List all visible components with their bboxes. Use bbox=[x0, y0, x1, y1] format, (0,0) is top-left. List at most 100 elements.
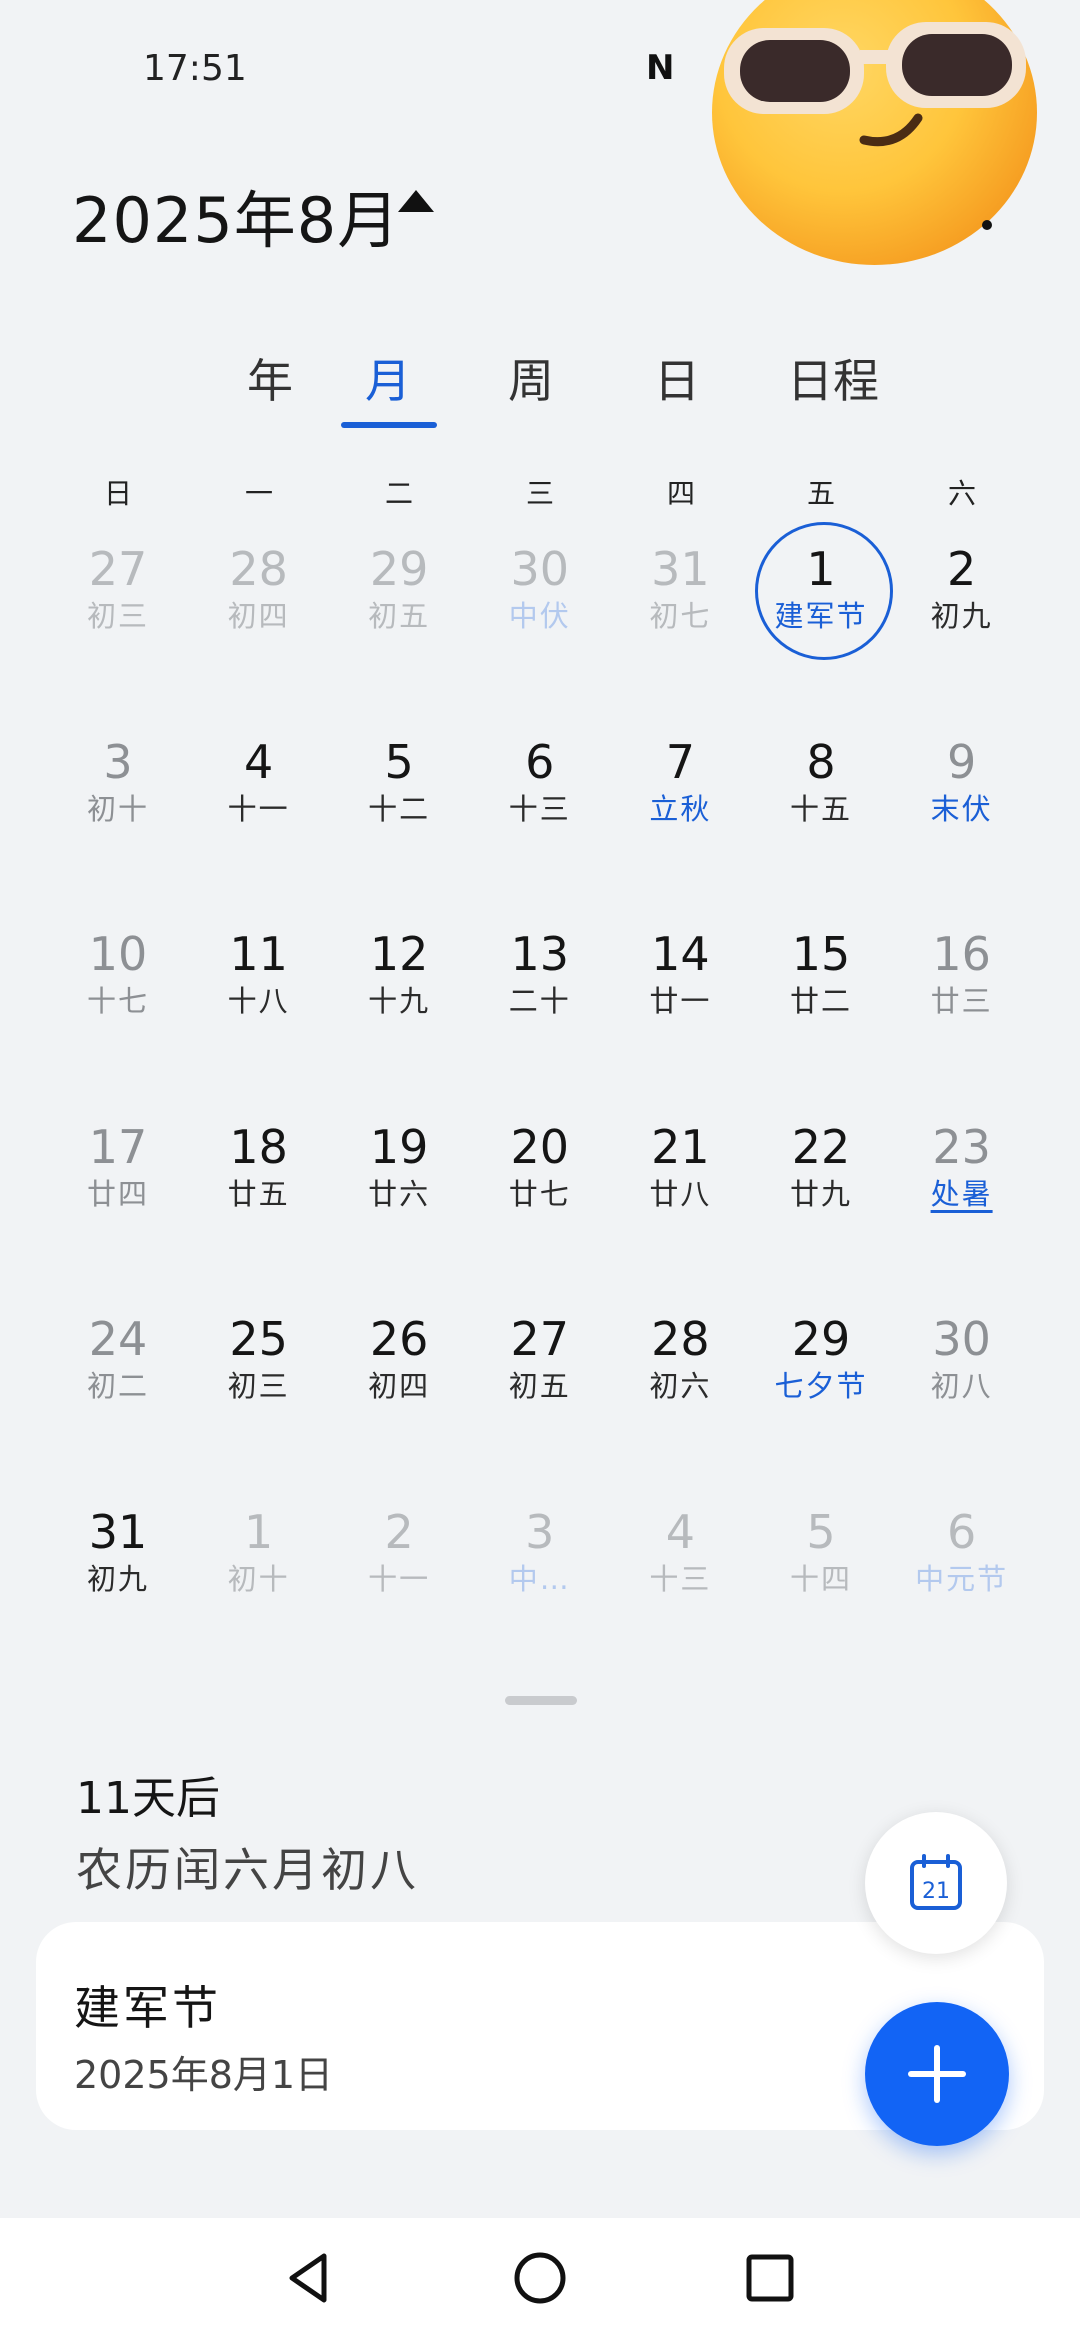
day-number: 28 bbox=[229, 542, 288, 596]
calendar-day-cell[interactable]: 11 十八 bbox=[189, 925, 329, 1075]
caret-up-icon[interactable] bbox=[398, 190, 434, 212]
calendar-day-cell[interactable]: 21 廿八 bbox=[610, 1118, 750, 1268]
month-title[interactable]: 2025年8月 bbox=[72, 170, 400, 260]
day-number: 3 bbox=[103, 734, 133, 789]
weekday-label: 四 bbox=[666, 477, 695, 510]
active-tab-indicator bbox=[341, 422, 437, 428]
calendar-day-cell[interactable]: 16 廿三 bbox=[892, 925, 1032, 1075]
more-menu-icon[interactable] bbox=[982, 220, 992, 230]
day-number: 31 bbox=[651, 542, 710, 596]
calendar-day-cell[interactable]: 8 十五 bbox=[751, 733, 891, 883]
lunar-label: 初三 bbox=[227, 1369, 290, 1403]
calendar-day-cell[interactable]: 24 初二 bbox=[48, 1310, 188, 1460]
calendar-day-cell[interactable]: 30 初八 bbox=[892, 1310, 1032, 1460]
recents-icon[interactable] bbox=[740, 2248, 800, 2308]
calendar-day-cell[interactable]: 17 廿四 bbox=[48, 1118, 188, 1268]
calendar-day-cell[interactable]: 5 十二 bbox=[329, 733, 469, 883]
lunar-date-label: 农历闰六月初八 bbox=[76, 1843, 419, 1897]
lunar-label: 初四 bbox=[227, 599, 290, 633]
lunar-label: 廿三 bbox=[930, 984, 993, 1018]
calendar-day-cell[interactable]: 30 中伏 bbox=[470, 540, 610, 690]
weekday-label: 一 bbox=[244, 477, 273, 510]
calendar-day-cell[interactable]: 9 末伏 bbox=[892, 733, 1032, 883]
calendar-day-cell[interactable]: 18 廿五 bbox=[189, 1118, 329, 1268]
calendar-today-icon: 21 bbox=[910, 1854, 962, 1910]
lunar-label: 廿五 bbox=[227, 1176, 290, 1211]
calendar-day-cell[interactable]: 25 初三 bbox=[189, 1310, 329, 1460]
calendar-day-cell[interactable]: 27 初三 bbox=[48, 540, 188, 690]
lunar-label: 廿一 bbox=[649, 984, 712, 1018]
system-navigation-bar bbox=[0, 2218, 1080, 2339]
calendar-day-cell[interactable]: 26 初四 bbox=[329, 1310, 469, 1460]
lunar-label: 十三 bbox=[508, 791, 571, 826]
day-number: 27 bbox=[510, 1312, 570, 1366]
day-number: 21 bbox=[651, 1119, 710, 1174]
go-to-today-button[interactable]: 21 bbox=[865, 1812, 1007, 1954]
calendar-day-cell[interactable]: 23 处暑 bbox=[892, 1118, 1032, 1268]
lunar-label: 十二 bbox=[368, 791, 431, 826]
day-number: 16 bbox=[932, 927, 991, 981]
lunar-label: 廿二 bbox=[789, 984, 852, 1018]
calendar-day-cell[interactable]: 28 初六 bbox=[610, 1310, 750, 1460]
calendar-day-cell[interactable]: 7 立秋 bbox=[610, 733, 750, 883]
lunar-label: 初六 bbox=[649, 1369, 712, 1403]
plus-icon bbox=[908, 2045, 966, 2103]
calendar-day-cell[interactable]: 12 十九 bbox=[329, 925, 469, 1075]
calendar-day-cell[interactable]: 29 七夕节 bbox=[751, 1310, 891, 1460]
tab-schedule[interactable]: 日程 bbox=[763, 345, 903, 411]
calendar-day-cell[interactable]: 2 十一 bbox=[329, 1503, 469, 1653]
lunar-label: 廿六 bbox=[368, 1176, 431, 1211]
calendar-day-cell[interactable]: 1 初十 bbox=[189, 1503, 329, 1653]
calendar-day-cell[interactable]: 31 初九 bbox=[48, 1503, 188, 1653]
day-number: 6 bbox=[946, 1504, 977, 1559]
lunar-label: 初五 bbox=[508, 1369, 571, 1403]
lunar-label: 初五 bbox=[368, 599, 431, 633]
calendar-day-cell[interactable]: 27 初五 bbox=[470, 1310, 610, 1460]
day-number: 20 bbox=[510, 1119, 570, 1174]
day-number: 4 bbox=[665, 1504, 696, 1559]
tab-day[interactable]: 日 bbox=[607, 345, 747, 411]
calendar-day-cell[interactable]: 5 十四 bbox=[751, 1503, 891, 1653]
calendar-day-cell[interactable]: 20 廿七 bbox=[470, 1118, 610, 1268]
calendar-day-cell[interactable]: 6 中元节 bbox=[892, 1503, 1032, 1653]
lunar-label: 立秋 bbox=[649, 791, 712, 826]
nfc-icon: N bbox=[646, 48, 675, 88]
tab-month[interactable]: 月 bbox=[318, 345, 458, 411]
lunar-label: 初八 bbox=[930, 1369, 993, 1403]
day-number: 17 bbox=[88, 1119, 148, 1174]
lunar-label: 初十 bbox=[227, 1561, 290, 1596]
calendar-day-cell[interactable]: 3 中… bbox=[470, 1503, 610, 1653]
day-number: 26 bbox=[369, 1312, 429, 1366]
calendar-day-cell[interactable]: 10 十七 bbox=[48, 925, 188, 1075]
lunar-label: 中元节 bbox=[915, 1561, 1009, 1596]
calendar-day-cell[interactable]: 4 十三 bbox=[610, 1503, 750, 1653]
status-time: 17:51 bbox=[143, 48, 247, 89]
weekday-label: 三 bbox=[525, 477, 554, 510]
calendar-day-cell[interactable]: 3 初十 bbox=[48, 733, 188, 883]
calendar-day-cell[interactable]: 28 初四 bbox=[189, 540, 329, 690]
calendar-day-cell[interactable]: 22 廿九 bbox=[751, 1118, 891, 1268]
lunar-label: 廿九 bbox=[789, 1176, 852, 1211]
calendar-day-cell[interactable]: 13 二十 bbox=[470, 925, 610, 1075]
calendar-day-cell[interactable]: 15 廿二 bbox=[751, 925, 891, 1075]
home-icon[interactable] bbox=[510, 2248, 570, 2308]
day-number: 3 bbox=[525, 1504, 555, 1559]
day-number: 2 bbox=[946, 542, 977, 596]
day-number: 1 bbox=[243, 1504, 274, 1559]
calendar-day-cell[interactable]: 1 建军节 bbox=[751, 522, 893, 690]
calendar-day-cell[interactable]: 4 十一 bbox=[189, 733, 329, 883]
calendar-day-cell[interactable]: 14 廿一 bbox=[610, 925, 750, 1075]
view-tabs: 年 月 周 日 日程 bbox=[200, 345, 920, 435]
calendar-day-cell[interactable]: 31 初七 bbox=[610, 540, 750, 690]
sheet-drag-handle[interactable] bbox=[505, 1696, 577, 1705]
calendar-day-cell[interactable]: 6 十三 bbox=[470, 733, 610, 883]
calendar-day-cell[interactable]: 2 初九 bbox=[892, 540, 1032, 690]
back-icon[interactable] bbox=[278, 2248, 338, 2308]
lunar-label: 初二 bbox=[86, 1369, 149, 1403]
tab-week[interactable]: 周 bbox=[461, 345, 601, 411]
add-event-button[interactable] bbox=[865, 2002, 1009, 2146]
calendar-day-cell[interactable]: 19 廿六 bbox=[329, 1118, 469, 1268]
calendar-day-cell[interactable]: 29 初五 bbox=[329, 540, 469, 690]
weekday-label: 六 bbox=[947, 477, 976, 510]
lunar-label: 十四 bbox=[789, 1561, 852, 1596]
